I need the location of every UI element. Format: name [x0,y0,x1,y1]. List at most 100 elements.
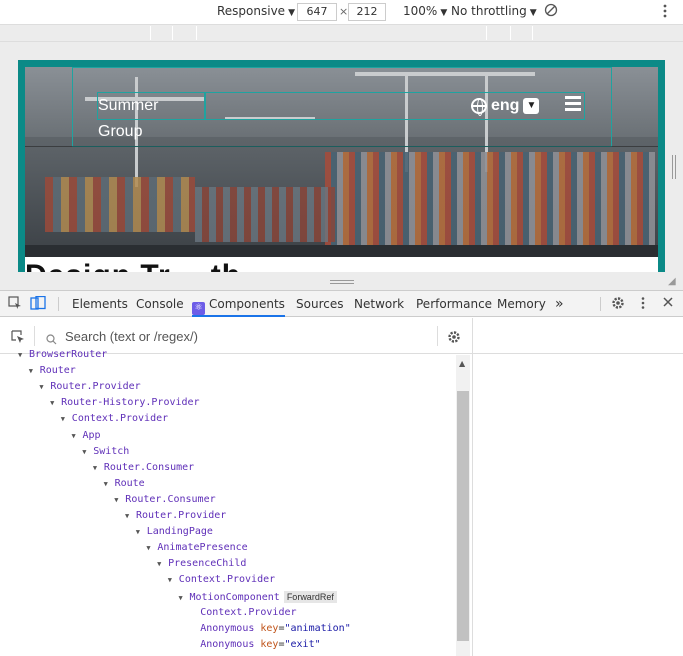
key-value: "animation" [284,622,351,634]
hoc-badge: ForwardRef [283,590,337,603]
tree-node[interactable]: ▼ LandingPage [136,524,213,540]
tree-node[interactable]: ▼ Router.Consumer [114,492,215,508]
tree-node-label: Route [114,477,145,489]
react-icon: ⚛ [192,302,205,315]
tree-node[interactable]: Anonymous key="animation" [189,621,351,637]
expand-arrow-icon[interactable]: ▼ [61,411,72,427]
tree-node-label: Context.Provider [178,574,276,586]
tab-console[interactable]: Console [136,291,184,317]
tab-sources[interactable]: Sources [296,291,343,317]
expand-arrow-icon[interactable]: ▼ [93,460,104,476]
hamburger-menu-icon[interactable] [565,96,581,114]
globe-icon [471,98,487,116]
expand-arrow-icon[interactable]: ▼ [72,428,83,444]
tree-node[interactable]: ▼ Route [104,476,145,492]
height-input[interactable]: 212 [348,3,386,21]
viewport-resize-handle-bottom[interactable] [330,280,354,284]
component-tree: ▼ BrowserRouter ▼ Router ▼ Router.Provider ▼ Ro… [0,350,455,656]
tree-node-label: BrowserRouter [29,350,108,360]
tab-performance[interactable]: Performance [416,291,492,317]
expand-arrow-icon[interactable]: ▼ [136,524,147,540]
tree-node[interactable]: ▼ App [72,428,101,444]
expand-arrow-icon[interactable]: ▼ [29,363,40,379]
tree-node[interactable]: ▼ Router-History.Provider [50,395,199,411]
search-icon [46,330,57,349]
viewport-resize-handle-right[interactable] [672,155,676,179]
scroll-up-arrow[interactable]: ▲ [459,359,465,368]
device-preset-label: Responsive [217,4,286,18]
component-details-pane [472,318,683,656]
media-query-ruler[interactable] [0,24,683,42]
tree-node-label: Router [39,365,76,377]
search-input[interactable] [65,325,445,347]
width-input[interactable]: 647 [297,3,337,21]
tree-node[interactable]: ▼ Router [29,363,76,379]
expand-arrow-icon[interactable]: ▼ [82,444,93,460]
tab-components-label: Components [209,297,285,311]
select-component-icon[interactable] [11,329,25,348]
more-options-icon[interactable] [662,3,668,22]
expand-arrow-icon[interactable]: ▼ [39,379,50,395]
tree-node-label: Context.Provider [200,606,297,618]
tree-node[interactable]: Anonymous key="exit" [189,637,320,653]
expand-arrow-icon[interactable]: ▼ [146,540,157,556]
chevron-down-icon: ▼ [523,98,540,114]
tree-node[interactable]: ▼ Switch [82,444,129,460]
tab-elements[interactable]: Elements [72,291,128,317]
tree-node[interactable]: ▼ PresenceChild [157,556,246,572]
tree-node[interactable]: ▼ MotionComponent ForwardRef [179,589,337,605]
tree-node-label: Router.Consumer [125,493,216,505]
tree-node-label: MotionComponent [189,591,280,603]
tab-memory[interactable]: Memory [497,291,546,317]
settings-gear-icon[interactable] [611,296,625,310]
expand-arrow-icon[interactable]: ▼ [125,508,136,524]
tree-node-label: Router.Provider [136,510,227,521]
tree-node-label: Anonymous [200,622,255,634]
throttling-label: No throttling [451,4,527,18]
tree-node-label: AnimatePresence [157,542,248,554]
tree-node[interactable]: ▼ Context.Provider [61,411,168,427]
devtools-tab-bar: Elements Console ⚛ Components Sources Net… [0,290,683,317]
component-settings-icon[interactable] [447,329,461,348]
tree-node-label: PresenceChild [168,558,247,570]
tree-node-label: Switch [93,445,130,457]
throttling-dropdown[interactable]: No throttling ▼ [451,4,537,18]
hero-image: Summer Group eng ▼ [25,67,658,257]
tree-node[interactable]: ▼ AnimatePresence [146,540,247,556]
viewport-resize-corner[interactable]: ◢ [668,276,676,287]
tree-node-label: Router-History.Provider [61,397,200,409]
tab-network[interactable]: Network [354,291,404,317]
dimension-separator: × [339,5,349,18]
device-toolbar-icon[interactable] [30,295,46,310]
more-tabs-button[interactable]: » [555,291,564,317]
close-icon[interactable] [662,296,676,310]
customize-devtools-icon[interactable] [640,296,654,310]
inspect-element-icon[interactable] [8,296,22,310]
language-selector[interactable]: eng ▼ [471,94,540,118]
device-toolbar: Responsive ▼ 647 × 212 100% ▼ No throttlin… [0,0,683,24]
expand-arrow-icon[interactable]: ▼ [157,556,168,572]
tree-scrollbar[interactable]: ▲ [456,355,470,656]
tree-node[interactable]: ▼ BrowserRouter [18,350,107,363]
zoom-label: 100% [403,4,438,18]
tree-node[interactable]: ▼ Context.Provider [168,572,275,588]
brand-logo[interactable]: Summer Group [97,92,205,140]
tree-node[interactable]: ▼ Router.Provider [39,379,140,395]
rotate-icon[interactable] [544,3,558,20]
expand-arrow-icon[interactable]: ▼ [50,395,61,411]
tree-node-label: App [82,429,101,441]
scrollbar-thumb[interactable] [457,391,469,641]
tree-node-label: Anonymous [200,638,255,650]
device-preset-dropdown[interactable]: Responsive ▼ [217,4,295,18]
zoom-dropdown[interactable]: 100% ▼ [403,4,447,18]
expand-arrow-icon[interactable]: ▼ [168,572,179,588]
tree-node[interactable]: ▼ Router.Consumer [93,460,194,476]
tree-node[interactable]: Context.Provider [189,605,296,621]
expand-arrow-icon[interactable]: ▼ [179,590,190,606]
tab-components[interactable]: ⚛ Components [192,291,285,317]
tree-node[interactable]: ▼ Router.Provider [125,508,226,524]
expand-arrow-icon[interactable]: ▼ [18,350,29,363]
expand-arrow-icon[interactable]: ▼ [104,476,115,492]
tree-node-label: Context.Provider [71,413,169,425]
expand-arrow-icon[interactable]: ▼ [114,492,125,508]
